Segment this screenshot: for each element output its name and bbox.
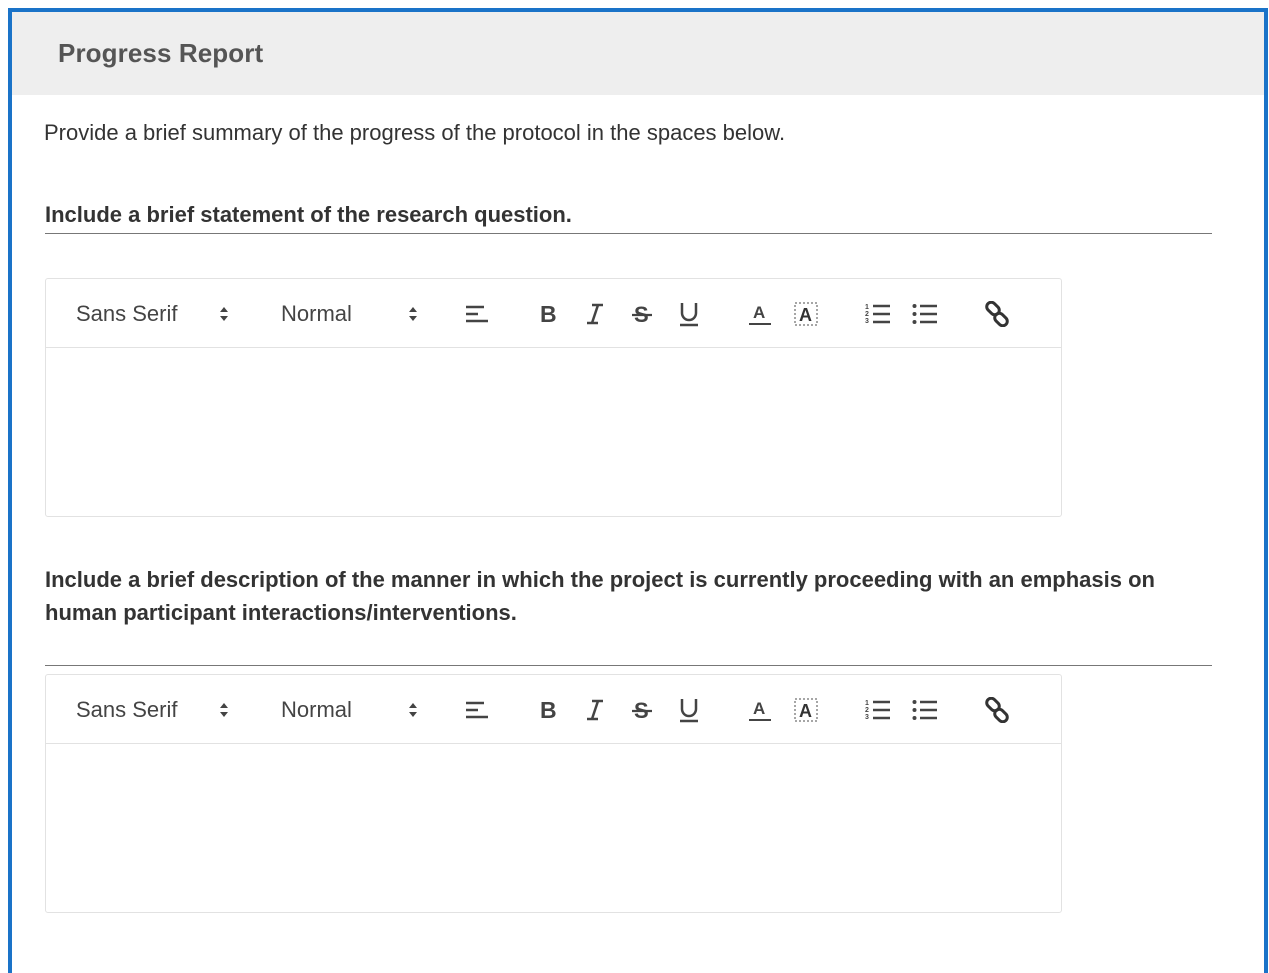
size-picker-label: Normal <box>281 300 352 326</box>
text-color-icon[interactable]: A <box>745 675 775 744</box>
bullet-list-icon[interactable] <box>910 279 940 348</box>
panel-title: Progress Report <box>58 38 264 68</box>
editor-content-area[interactable] <box>46 744 1061 910</box>
italic-icon[interactable] <box>580 675 610 744</box>
bold-icon[interactable]: B <box>534 279 564 348</box>
panel-header: Progress Report <box>12 12 1264 95</box>
svg-text:2: 2 <box>865 311 869 318</box>
svg-text:A: A <box>753 303 765 322</box>
ordered-list-icon[interactable]: 123 <box>863 675 893 744</box>
svg-text:A: A <box>753 699 765 718</box>
background-color-icon[interactable]: A <box>791 279 821 348</box>
background-color-icon[interactable]: A <box>791 675 821 744</box>
rich-text-editor-project-progress: Sans Serif Normal B S A A <box>45 674 1062 913</box>
font-picker-arrows-icon[interactable] <box>217 279 231 348</box>
size-picker[interactable]: Normal <box>281 675 352 744</box>
svg-text:2: 2 <box>865 707 869 714</box>
align-icon[interactable] <box>462 675 492 744</box>
svg-text:B: B <box>540 302 557 326</box>
font-picker-arrows-icon[interactable] <box>217 675 231 744</box>
svg-text:1: 1 <box>865 700 869 707</box>
font-picker-label: Sans Serif <box>76 300 178 326</box>
italic-icon[interactable] <box>580 279 610 348</box>
editor-toolbar: Sans Serif Normal B S A A <box>46 279 1061 348</box>
bold-icon[interactable]: B <box>534 675 564 744</box>
svg-text:B: B <box>540 698 557 722</box>
svg-text:3: 3 <box>865 714 869 721</box>
strikethrough-icon[interactable]: S <box>627 675 657 744</box>
svg-text:3: 3 <box>865 318 869 325</box>
link-icon[interactable] <box>982 675 1012 744</box>
editor-content-area[interactable] <box>46 348 1061 514</box>
font-picker[interactable]: Sans Serif <box>76 279 178 348</box>
size-picker-arrows-icon[interactable] <box>406 675 420 744</box>
question-label-research-question: Include a brief statement of the researc… <box>45 198 1212 234</box>
strikethrough-icon[interactable]: S <box>627 279 657 348</box>
size-picker[interactable]: Normal <box>281 279 352 348</box>
ordered-list-icon[interactable]: 123 <box>863 279 893 348</box>
question-label-project-progress: Include a brief description of the manne… <box>45 563 1212 666</box>
svg-text:1: 1 <box>865 304 869 311</box>
intro-text: Provide a brief summary of the progress … <box>44 120 786 145</box>
align-icon[interactable] <box>462 279 492 348</box>
font-picker-label: Sans Serif <box>76 696 178 722</box>
font-picker[interactable]: Sans Serif <box>76 675 178 744</box>
underline-icon[interactable] <box>674 279 704 348</box>
rich-text-editor-research-question: Sans Serif Normal B S A A <box>45 278 1062 517</box>
link-icon[interactable] <box>982 279 1012 348</box>
size-picker-arrows-icon[interactable] <box>406 279 420 348</box>
svg-text:A: A <box>799 305 812 325</box>
text-color-icon[interactable]: A <box>745 279 775 348</box>
bullet-list-icon[interactable] <box>910 675 940 744</box>
svg-text:A: A <box>799 701 812 721</box>
underline-icon[interactable] <box>674 675 704 744</box>
size-picker-label: Normal <box>281 696 352 722</box>
editor-toolbar: Sans Serif Normal B S A A <box>46 675 1061 744</box>
